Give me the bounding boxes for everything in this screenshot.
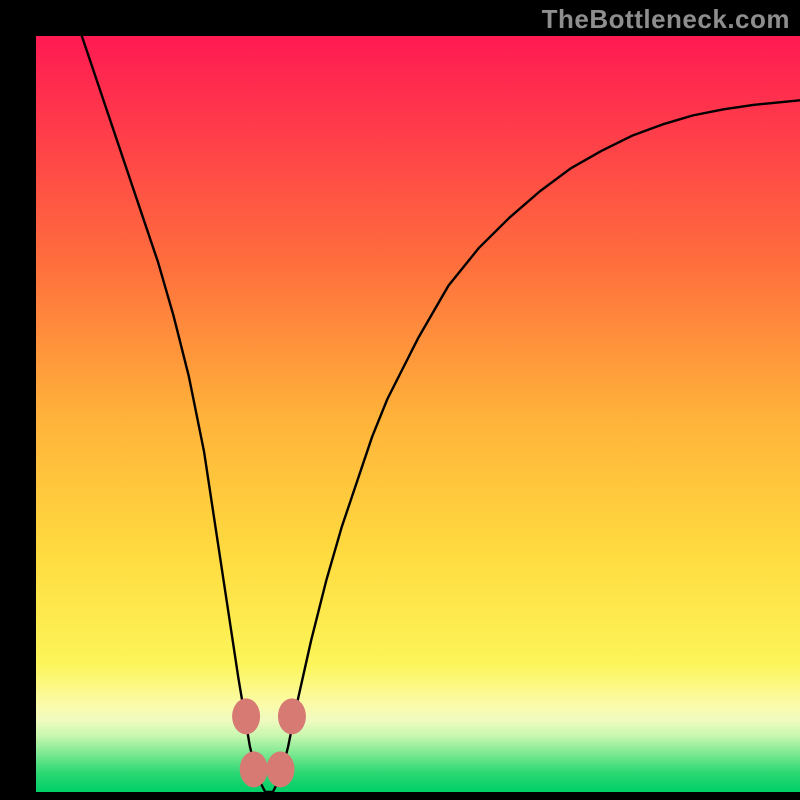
highlight-dot bbox=[232, 698, 260, 734]
plot-background bbox=[36, 36, 800, 792]
bottleneck-chart bbox=[0, 0, 800, 800]
highlight-dot bbox=[240, 751, 268, 787]
highlight-dot bbox=[278, 698, 306, 734]
chart-container: TheBottleneck.com bbox=[0, 0, 800, 800]
watermark-text: TheBottleneck.com bbox=[542, 4, 790, 35]
highlight-dot bbox=[266, 751, 294, 787]
